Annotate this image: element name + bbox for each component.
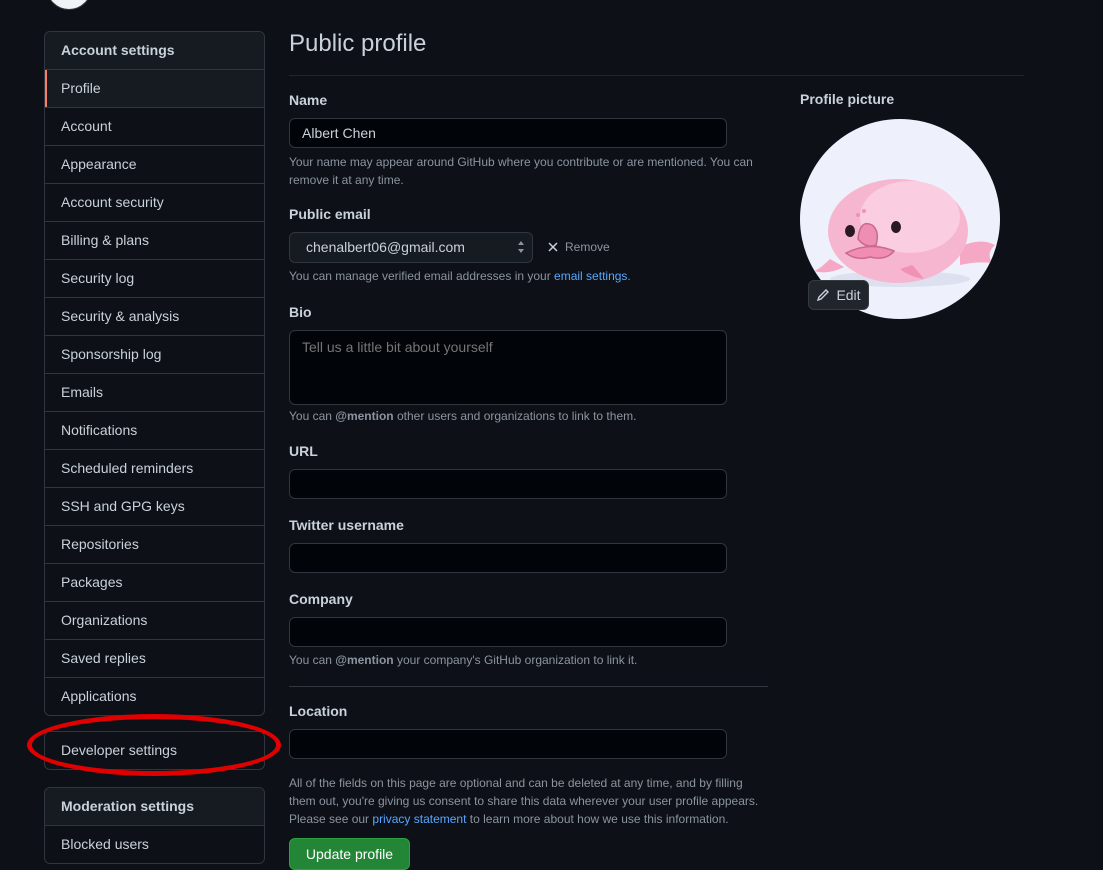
select-arrows-icon xyxy=(518,241,524,253)
bio-note: You can @mention other users and organiz… xyxy=(289,407,636,425)
profile-picture-label: Profile picture xyxy=(800,91,895,107)
bio-note-mention: @mention xyxy=(335,409,394,423)
public-email-label: Public email xyxy=(289,206,371,222)
company-note: You can @mention your company's GitHub o… xyxy=(289,651,637,669)
company-input[interactable] xyxy=(289,617,727,647)
privacy-statement-link[interactable]: privacy statement xyxy=(372,812,466,826)
developer-settings-menu: Developer settings xyxy=(44,731,265,770)
twitter-username-input[interactable] xyxy=(289,543,727,573)
account-settings-heading: Account settings xyxy=(45,32,264,70)
public-email-select[interactable]: chenalbert06@gmail.com xyxy=(289,232,533,263)
sidebar-item-appearance[interactable]: Appearance xyxy=(45,146,264,184)
url-label: URL xyxy=(289,443,318,459)
sidebar-item-account[interactable]: Account xyxy=(45,108,264,146)
sidebar-item-saved-replies[interactable]: Saved replies xyxy=(45,640,264,678)
moderation-settings-menu: Moderation settings Blocked users xyxy=(44,787,265,864)
privacy-note-text: All of the fields on this page are optio… xyxy=(289,776,759,808)
sidebar-item-packages[interactable]: Packages xyxy=(45,564,264,602)
sidebar-item-notifications[interactable]: Notifications xyxy=(45,412,264,450)
edit-profile-picture-button[interactable]: Edit xyxy=(808,280,869,310)
sidebar-item-account-security[interactable]: Account security xyxy=(45,184,264,222)
name-label: Name xyxy=(289,92,328,108)
sidebar-item-sponsorship-log[interactable]: Sponsorship log xyxy=(45,336,264,374)
close-icon xyxy=(548,242,558,252)
sidebar-item-repositories[interactable]: Repositories xyxy=(45,526,264,564)
sidebar-item-profile[interactable]: Profile xyxy=(45,70,264,108)
email-note: You can manage verified email addresses … xyxy=(289,267,631,285)
privacy-note: All of the fields on this page are optio… xyxy=(289,774,764,828)
bio-note-suffix: other users and organizations to link to… xyxy=(393,409,637,423)
email-settings-link[interactable]: email settings xyxy=(554,269,627,283)
email-note-suffix: . xyxy=(627,269,631,283)
name-input[interactable] xyxy=(289,118,727,148)
url-input[interactable] xyxy=(289,469,727,499)
name-note: Your name may appear around GitHub where… xyxy=(289,155,753,187)
privacy-note-suffix: to learn more about how we use this info… xyxy=(466,812,729,826)
location-label: Location xyxy=(289,703,348,719)
sidebar-item-applications[interactable]: Applications xyxy=(45,678,264,715)
header-avatar[interactable] xyxy=(46,0,92,10)
remove-email-label: Remove xyxy=(565,240,610,254)
location-input[interactable] xyxy=(289,729,727,759)
twitter-username-label: Twitter username xyxy=(289,517,404,533)
email-note-text: You can manage verified email addresses … xyxy=(289,269,555,283)
public-email-selected-value: chenalbert06@gmail.com xyxy=(306,239,465,255)
edit-label: Edit xyxy=(836,287,861,303)
company-label: Company xyxy=(289,591,353,607)
company-note-suffix: your company's GitHub organization to li… xyxy=(393,653,638,667)
sidebar-item-ssh-and-gpg-keys[interactable]: SSH and GPG keys xyxy=(45,488,264,526)
account-settings-menu: Account settings Profile Account Appearanc… xyxy=(44,31,265,716)
bio-label: Bio xyxy=(289,304,312,320)
sidebar-item-billing-plans[interactable]: Billing & plans xyxy=(45,222,264,260)
pencil-icon xyxy=(817,289,830,302)
privacy-note-prefix: Please see our xyxy=(289,812,373,826)
moderation-settings-heading: Moderation settings xyxy=(45,788,264,826)
company-note-prefix: You can xyxy=(289,653,336,667)
remove-email-button[interactable]: Remove xyxy=(547,240,610,254)
sidebar-item-security-analysis[interactable]: Security & analysis xyxy=(45,298,264,336)
sidebar-item-developer-settings[interactable]: Developer settings xyxy=(45,732,264,769)
bio-note-prefix: You can xyxy=(289,409,336,423)
sidebar-item-organizations[interactable]: Organizations xyxy=(45,602,264,640)
sidebar-item-blocked-users[interactable]: Blocked users xyxy=(45,826,264,863)
bio-textarea[interactable] xyxy=(289,330,727,405)
update-profile-button[interactable]: Update profile xyxy=(289,838,410,870)
title-divider xyxy=(289,75,1024,76)
sidebar-item-security-log[interactable]: Security log xyxy=(45,260,264,298)
section-divider xyxy=(289,686,768,687)
sidebar-item-scheduled-reminders[interactable]: Scheduled reminders xyxy=(45,450,264,488)
page-title: Public profile xyxy=(289,30,427,57)
company-note-mention: @mention xyxy=(335,653,394,667)
sidebar-item-emails[interactable]: Emails xyxy=(45,374,264,412)
